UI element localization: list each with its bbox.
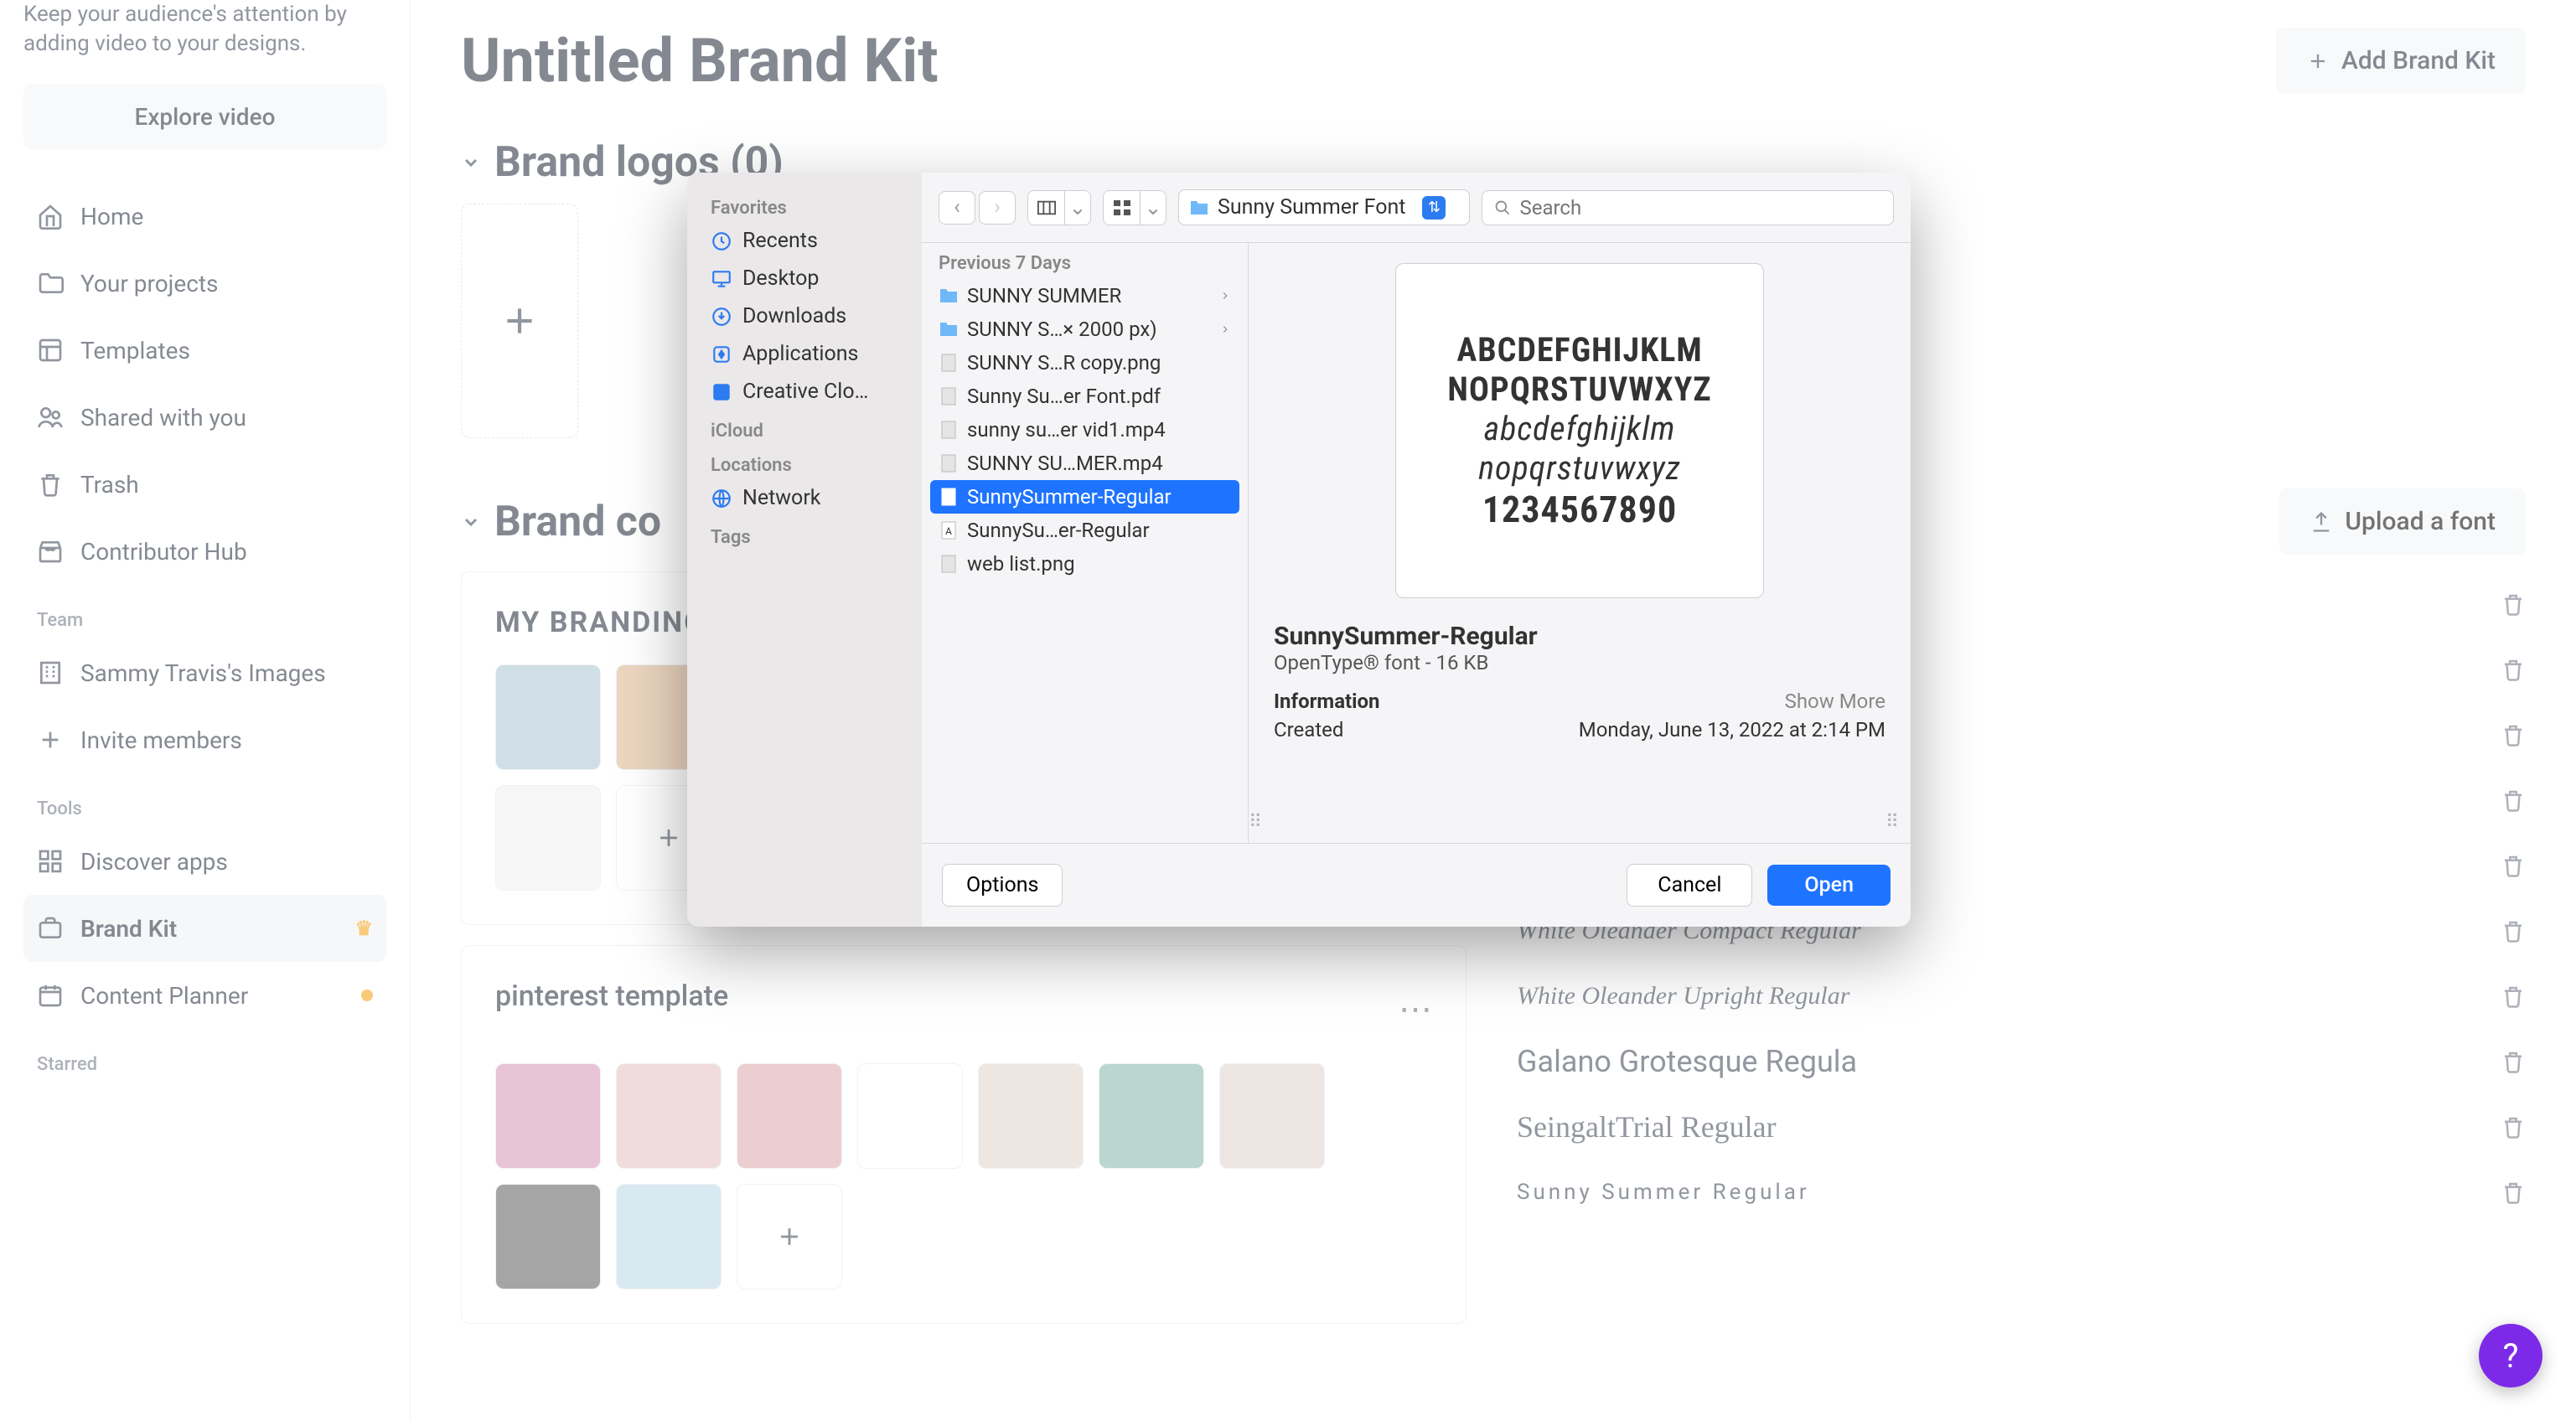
folder-updown-icon: ⇅ [1422, 196, 1446, 220]
preview-created-label: Created [1274, 718, 1343, 742]
sidebar-icon [711, 306, 732, 328]
column-resize-handle[interactable]: ⠿ [1249, 812, 1262, 833]
font-file-icon: A [939, 487, 959, 507]
sidebar-icon [711, 268, 732, 290]
file-item[interactable]: A SunnySu…er-Regular [922, 514, 1248, 547]
view-dropdown-button[interactable]: ⌄ [1065, 191, 1090, 225]
file-picker-sidebar: Favorites Recents Desktop Downloads Applica… [687, 173, 922, 927]
open-button[interactable]: Open [1767, 865, 1891, 906]
file-item[interactable]: A SunnySummer-Regular [930, 480, 1239, 514]
preview-line: nopqrstuvwxyz [1478, 448, 1681, 488]
sidebar-item-label: Applications [742, 342, 858, 366]
locations-label: Locations [687, 445, 922, 479]
file-item[interactable]: sunny su…er vid1.mp4 [922, 413, 1248, 447]
picker-sidebar-downloads[interactable]: Downloads [687, 297, 922, 335]
show-more-button[interactable]: Show More [1785, 690, 1885, 713]
options-button[interactable]: Options [942, 864, 1063, 907]
picker-sidebar-applications[interactable]: Applications [687, 335, 922, 373]
icloud-label: iCloud [687, 411, 922, 445]
file-item[interactable]: SUNNY SU…MER.mp4 [922, 447, 1248, 480]
file-name: SUNNY SU…MER.mp4 [967, 452, 1163, 475]
file-name: SUNNY S…× 2000 px) [967, 318, 1157, 341]
nav-back-button[interactable]: ‹ [939, 191, 975, 225]
file-name: SUNNY S…R copy.png [967, 351, 1161, 375]
chevron-right-icon [1219, 290, 1231, 302]
view-columns-button[interactable] [1028, 191, 1065, 225]
folder-icon [1189, 199, 1209, 216]
preview-line: abcdefghijklm [1484, 409, 1676, 448]
file-item[interactable]: SUNNY SUMMER [922, 279, 1248, 313]
search-input[interactable] [1519, 196, 1881, 220]
file-picker-dialog: Favorites Recents Desktop Downloads Applica… [687, 173, 1911, 927]
file-name: SunnySummer-Regular [967, 485, 1172, 509]
file-item[interactable]: SUNNY S…× 2000 px) [922, 313, 1248, 346]
preview-created-value: Monday, June 13, 2022 at 2:14 PM [1579, 718, 1885, 742]
preview-line: 1234567890 [1482, 488, 1677, 531]
search-box[interactable] [1482, 190, 1894, 225]
file-preview-column: ABCDEFGHIJKLM NOPQRSTUVWXYZ abcdefghijkl… [1249, 243, 1911, 843]
font-file-icon: A [939, 520, 959, 540]
svg-text:A: A [945, 492, 952, 504]
sidebar-icon [711, 344, 732, 365]
file-picker-footer: Options Cancel Open [922, 843, 1911, 927]
file-name: SunnySu…er-Regular [967, 519, 1150, 542]
sidebar-item-label: Network [742, 486, 820, 510]
file-icon [939, 554, 959, 574]
sidebar-icon [711, 230, 732, 252]
file-icon [939, 420, 959, 440]
favorites-label: Favorites [687, 188, 922, 222]
file-list-heading: Previous 7 Days [922, 243, 1248, 279]
group-button[interactable] [1104, 191, 1141, 225]
preview-info-label: Information [1274, 690, 1380, 713]
preview-line: ABCDEFGHIJKLM [1456, 330, 1702, 369]
file-item[interactable]: web list.png [922, 547, 1248, 581]
help-fab-button[interactable]: ? [2479, 1324, 2542, 1387]
file-name: SUNNY SUMMER [967, 284, 1121, 307]
nav-forward-button[interactable]: › [979, 191, 1016, 225]
folder-icon [939, 286, 959, 306]
preview-line: NOPQRSTUVWXYZ [1447, 369, 1711, 409]
picker-sidebar-recents[interactable]: Recents [687, 222, 922, 260]
file-item[interactable]: Sunny Su…er Font.pdf [922, 380, 1248, 413]
cancel-button[interactable]: Cancel [1627, 864, 1752, 907]
svg-text:A: A [945, 525, 952, 537]
file-name: sunny su…er vid1.mp4 [967, 418, 1166, 442]
column-resize-handle[interactable]: ⠿ [1885, 812, 1899, 833]
picker-sidebar-desktop[interactable]: Desktop [687, 260, 922, 297]
file-icon [939, 386, 959, 406]
search-icon [1494, 199, 1511, 216]
file-name: web list.png [967, 552, 1075, 576]
sidebar-item-label: Creative Clo… [742, 380, 868, 404]
group-dropdown-button[interactable]: ⌄ [1141, 191, 1166, 225]
file-name: Sunny Su…er Font.pdf [967, 385, 1161, 408]
preview-file-name: SunnySummer-Regular [1274, 622, 1885, 651]
current-folder-pill[interactable]: Sunny Summer Font ⇅ [1178, 189, 1470, 225]
preview-file-subtitle: OpenType® font - 16 KB [1274, 651, 1885, 674]
file-list-column: Previous 7 Days SUNNY SUMMER SUNNY S…× 20… [922, 243, 1249, 843]
globe-icon [711, 488, 732, 509]
picker-sidebar-network[interactable]: Network [687, 479, 922, 517]
sidebar-icon [711, 381, 732, 403]
sidebar-item-label: Recents [742, 229, 818, 253]
chevron-right-icon [1219, 323, 1231, 335]
file-icon [939, 453, 959, 473]
tags-label: Tags [687, 517, 922, 551]
file-item[interactable]: SUNNY S…R copy.png [922, 346, 1248, 380]
picker-sidebar-creative-clo-[interactable]: Creative Clo… [687, 373, 922, 411]
file-picker-toolbar: ‹ › ⌄ ⌄ Sunny Summer Font ⇅ [922, 173, 1911, 243]
current-folder-name: Sunny Summer Font [1218, 195, 1405, 220]
sidebar-item-label: Desktop [742, 266, 819, 291]
font-preview-thumbnail: ABCDEFGHIJKLM NOPQRSTUVWXYZ abcdefghijkl… [1395, 263, 1764, 598]
folder-icon [939, 319, 959, 339]
sidebar-item-label: Downloads [742, 304, 846, 328]
file-icon [939, 353, 959, 373]
